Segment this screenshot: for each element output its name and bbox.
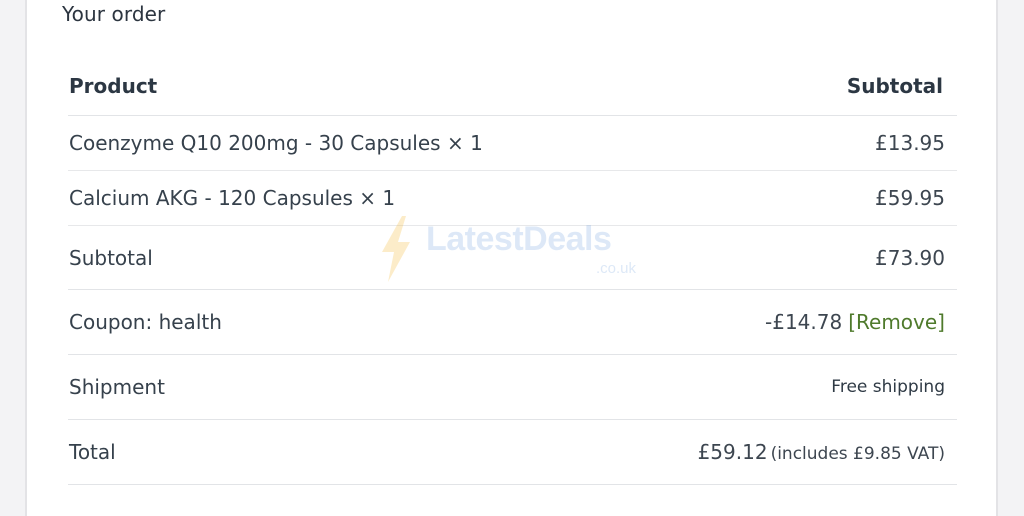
shipment-row: Shipment Free shipping [68, 355, 957, 420]
subtotal-row: Subtotal £73.90 [68, 226, 957, 290]
subtotal-value: £73.90 [875, 245, 945, 270]
coupon-row: Coupon: health -£14.78 [Remove] [68, 290, 957, 355]
table-header: Product Subtotal [68, 56, 957, 116]
total-value: £59.12 [697, 440, 768, 464]
item-price: £13.95 [875, 131, 945, 155]
item-quantity: × 1 [359, 186, 396, 210]
subtotal-label: Subtotal [69, 245, 153, 270]
coupon-discount: -£14.78 [765, 310, 843, 334]
coupon-label: Coupon: health [69, 310, 222, 334]
order-panel: Your order Product Subtotal Coenzyme Q10… [25, 0, 998, 516]
vat-note: (includes £9.85 VAT) [770, 444, 945, 464]
remove-coupon-link[interactable]: [Remove] [848, 310, 945, 334]
shipment-label: Shipment [69, 375, 165, 399]
item-price: £59.95 [875, 186, 945, 210]
total-value-group: £59.12 (includes £9.85 VAT) [698, 440, 957, 464]
total-label: Total [69, 440, 116, 464]
item-name-text: Coenzyme Q10 200mg - 30 Capsules [69, 131, 441, 155]
coupon-value-group: -£14.78 [Remove] [765, 310, 957, 334]
product-column-header: Product [69, 73, 158, 98]
item-quantity: × 1 [446, 131, 483, 155]
subtotal-column-header: Subtotal [846, 73, 943, 98]
total-row: Total £59.12 (includes £9.85 VAT) [68, 420, 957, 485]
item-name: Coenzyme Q10 200mg - 30 Capsules × 1 [68, 131, 483, 155]
shipment-value: Free shipping [831, 377, 945, 397]
table-row: Coenzyme Q10 200mg - 30 Capsules × 1 £13… [68, 116, 957, 171]
order-table: Product Subtotal Coenzyme Q10 200mg - 30… [68, 56, 957, 485]
table-row: Calcium AKG - 120 Capsules × 1 £59.95 [68, 171, 957, 226]
item-name-text: Calcium AKG - 120 Capsules [69, 186, 353, 210]
order-title: Your order [62, 2, 166, 26]
item-name: Calcium AKG - 120 Capsules × 1 [68, 186, 395, 210]
